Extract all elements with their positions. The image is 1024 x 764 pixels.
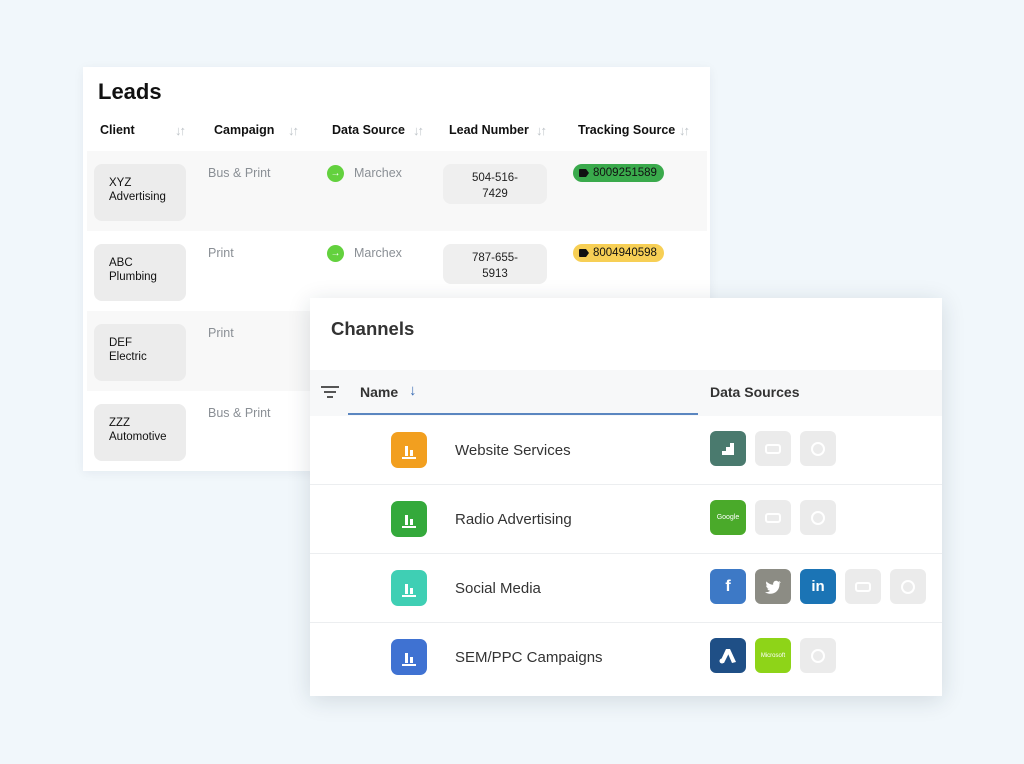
channels-card: Channels Name ↓ Data Sources Website Ser… (310, 298, 942, 696)
campaign-cell: Print (208, 326, 234, 340)
microsoft-label: Microsoft (760, 652, 786, 659)
campaign-cell: Bus & Print (208, 166, 271, 180)
sort-icon[interactable]: ↓↑ (536, 123, 547, 138)
tracking-number: 8004940598 (593, 247, 657, 259)
data-source-list: Microsoft (710, 638, 845, 673)
sort-icon[interactable]: ↓↑ (288, 123, 299, 138)
channel-row[interactable]: Website Services (310, 416, 942, 485)
data-source-list (710, 431, 845, 466)
lead-number-chip[interactable]: 504-516- 7429 (443, 164, 547, 204)
client-name: XYZ (109, 177, 132, 189)
active-sort-underline (348, 413, 698, 415)
column-header-client[interactable]: Client (100, 123, 135, 137)
generic-source-icon[interactable] (800, 500, 836, 535)
channel-name[interactable]: SEM/PPC Campaigns (455, 649, 603, 666)
client-name: Plumbing (109, 271, 157, 283)
bar-chart-icon (391, 432, 427, 468)
generic-source-icon[interactable] (890, 569, 926, 604)
column-header-data-sources: Data Sources (710, 384, 800, 400)
tracking-number: 8009251589 (593, 167, 657, 179)
data-source-cell: Marchex (354, 246, 402, 260)
table-row[interactable]: XYZ Advertising Bus & Print → Marchex 50… (87, 151, 707, 231)
channel-name[interactable]: Radio Advertising (455, 511, 572, 528)
sort-icon[interactable]: ↓↑ (413, 123, 424, 138)
sort-down-icon[interactable]: ↓ (409, 382, 417, 399)
campaign-cell: Print (208, 246, 234, 260)
microsoft-ads-icon[interactable]: Microsoft (755, 638, 791, 673)
generic-source-icon[interactable] (755, 431, 791, 466)
analytics-icon[interactable] (710, 431, 746, 466)
facebook-icon[interactable]: f (710, 569, 746, 604)
tag-icon (579, 169, 589, 177)
column-header-data-source[interactable]: Data Source (332, 123, 405, 137)
lead-number: 504-516- (471, 172, 519, 184)
client-name: DEF (109, 337, 132, 349)
campaign-cell: Bus & Print (208, 406, 271, 420)
client-name: ZZZ (109, 417, 131, 429)
client-name: ABC (109, 257, 133, 269)
data-source-list: Google (710, 500, 845, 535)
google-search-console-icon[interactable]: Google (710, 500, 746, 535)
google-ads-icon[interactable] (710, 638, 746, 673)
sort-icon[interactable]: ↓↑ (679, 123, 690, 138)
channels-title: Channels (331, 318, 415, 339)
column-header-name[interactable]: Name (360, 384, 398, 400)
generic-source-icon[interactable] (755, 500, 791, 535)
lead-number-chip[interactable]: 787-655- 5913 (443, 244, 547, 284)
google-label: Google (716, 514, 740, 521)
channel-name[interactable]: Website Services (455, 442, 571, 459)
sort-icon[interactable]: ↓↑ (175, 123, 186, 138)
channel-row[interactable]: Social Media f in (310, 554, 942, 623)
lead-number: 7429 (482, 188, 508, 200)
arrow-right-icon: → (327, 165, 344, 182)
client-chip[interactable]: ZZZ Automotive (94, 404, 186, 461)
leads-title: Leads (98, 79, 162, 104)
lead-number: 787-655- (471, 252, 519, 264)
tracking-source-badge[interactable]: 8004940598 (573, 244, 664, 262)
tag-icon (579, 249, 589, 257)
channel-row[interactable]: Radio Advertising Google (310, 485, 942, 554)
client-name: Advertising (109, 191, 166, 203)
arrow-right-icon: → (327, 245, 344, 262)
column-header-tracking-source[interactable]: Tracking Source (578, 123, 675, 137)
bar-chart-icon (391, 570, 427, 606)
client-chip[interactable]: XYZ Advertising (94, 164, 186, 221)
data-source-cell: Marchex (354, 166, 402, 180)
linkedin-glyph: in (811, 578, 825, 595)
generic-source-icon[interactable] (800, 431, 836, 466)
twitter-icon[interactable] (755, 569, 791, 604)
column-header-campaign[interactable]: Campaign (214, 123, 274, 137)
bar-chart-icon (391, 639, 427, 675)
filter-icon[interactable] (321, 386, 339, 398)
channels-table-header: Name ↓ Data Sources (310, 370, 942, 416)
channel-name[interactable]: Social Media (455, 580, 541, 597)
client-chip[interactable]: ABC Plumbing (94, 244, 186, 301)
leads-table-header: Client ↓↑ Campaign ↓↑ Data Source ↓↑ Lea… (83, 123, 710, 149)
linkedin-icon[interactable]: in (800, 569, 836, 604)
facebook-glyph: f (725, 577, 731, 595)
lead-number: 5913 (482, 268, 508, 280)
client-name: Automotive (109, 431, 167, 443)
generic-source-icon[interactable] (845, 569, 881, 604)
generic-source-icon[interactable] (800, 638, 836, 673)
client-chip[interactable]: DEF Electric (94, 324, 186, 381)
client-name: Electric (109, 351, 147, 363)
data-source-list: f in (710, 569, 935, 604)
channel-row[interactable]: SEM/PPC Campaigns Microsoft (310, 623, 942, 692)
tracking-source-badge[interactable]: 8009251589 (573, 164, 664, 182)
column-header-lead-number[interactable]: Lead Number (449, 123, 529, 137)
bar-chart-icon (391, 501, 427, 537)
